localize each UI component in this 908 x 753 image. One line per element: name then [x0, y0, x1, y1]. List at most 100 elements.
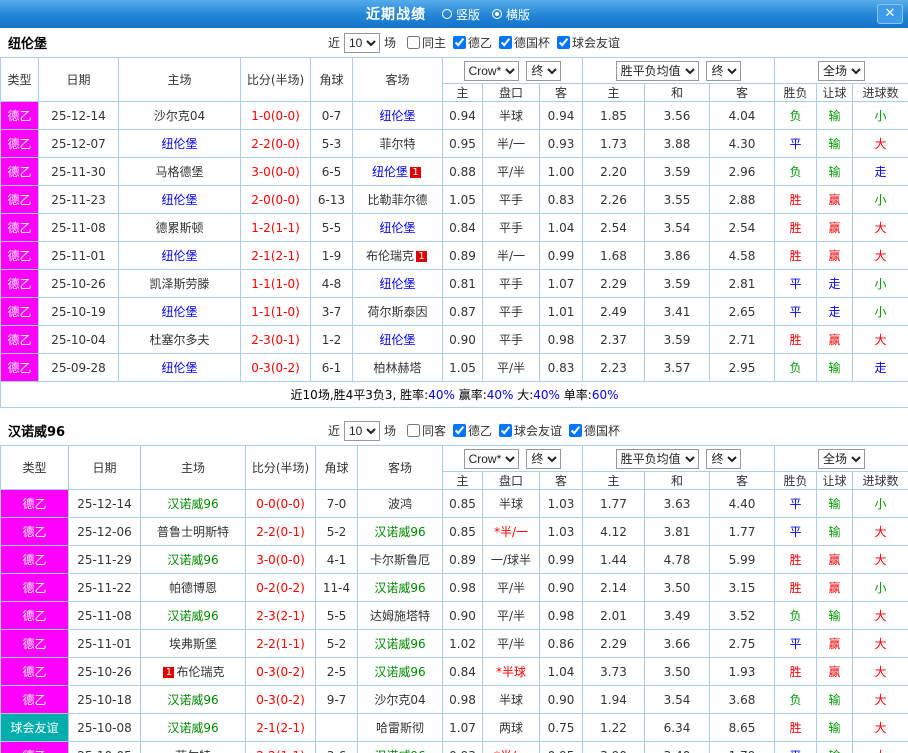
euro-away-odds: 2.75	[709, 629, 776, 658]
match-date: 25-11-30	[38, 157, 119, 186]
match-score: 2-3(2-1)	[245, 601, 316, 630]
radio-icon[interactable]	[441, 9, 452, 19]
asian-home-odds: 0.85	[442, 517, 483, 546]
checkbox-input[interactable]	[557, 35, 571, 49]
summary-prefix: 近10场,胜4平3负3,	[290, 388, 401, 402]
away-team-cell: 汉诺威96	[357, 573, 443, 602]
corner-count: 3-7	[310, 297, 353, 326]
league-type-badge: 德乙	[0, 629, 69, 658]
filter-checkbox[interactable]: 德国杯	[499, 34, 550, 51]
league-type-badge: 德乙	[0, 213, 39, 242]
euro-avg-select[interactable]: 胜平负均值	[615, 60, 699, 81]
team2-filter-row: 汉诺威96 近 10 场 同客 德乙 球会友谊 德国杯	[0, 416, 908, 445]
layout-radio-option[interactable]: 横版	[492, 6, 530, 23]
match-row: 德乙 25-11-22 帕德博恩 0-2(0-2) 11-4 汉诺威96 0.98 平/半 0.…	[0, 573, 908, 602]
away-team-cell: 纽伦堡	[352, 325, 443, 354]
euro-away-odds: 2.95	[709, 353, 776, 382]
filter-checkbox[interactable]: 德乙	[453, 34, 492, 51]
euro-away-odds: 3.52	[709, 601, 776, 630]
euro-avg-select[interactable]: 胜平负均值	[615, 448, 699, 469]
col-away: 客场	[357, 445, 443, 490]
team-name: 汉诺威96	[167, 609, 219, 623]
filter-checkbox[interactable]: 同主	[406, 34, 446, 51]
checkbox-input[interactable]	[406, 423, 420, 437]
euro-away-odds: 2.81	[709, 269, 776, 298]
euro-draw-odds: 3.59	[644, 157, 711, 186]
match-date: 25-12-14	[38, 101, 119, 130]
team-name: 沙尔克04	[153, 109, 206, 123]
checkbox-input[interactable]	[406, 35, 420, 49]
euro-final-select[interactable]: 终	[706, 60, 742, 81]
filter-checkbox[interactable]: 球会友谊	[499, 422, 562, 439]
result-goals: 大	[852, 741, 908, 753]
filter-checkbox[interactable]: 德国杯	[569, 422, 620, 439]
handicap-line: 半球	[482, 489, 540, 518]
asian-final-select[interactable]: 终	[526, 60, 562, 81]
scope-select[interactable]: 全场	[818, 448, 866, 469]
asian-away-odds: 0.83	[538, 185, 584, 214]
asian-final-select[interactable]: 终	[526, 448, 562, 469]
filter-checkbox[interactable]: 同客	[406, 422, 446, 439]
filter-checkbox[interactable]: 球会友谊	[557, 34, 620, 51]
handicap-line: 平/半	[482, 573, 540, 602]
filter-checkbox[interactable]: 德乙	[453, 422, 492, 439]
away-team-cell: 波鸿	[357, 489, 443, 518]
checkbox-input[interactable]	[499, 423, 513, 437]
summary-stat-label: 单率:	[559, 388, 592, 402]
match-row: 德乙 25-12-07 纽伦堡 2-2(0-0) 5-3 菲尔特 0.95 半/一 0.93 1.…	[0, 129, 908, 158]
asian-away-odds: 0.98	[538, 601, 584, 630]
asian-home-odds: 0.98	[442, 573, 483, 602]
match-score: 2-1(2-1)	[245, 713, 316, 742]
euro-draw-odds: 3.41	[644, 297, 711, 326]
subcol-euro-draw: 和	[644, 471, 711, 490]
checkbox-input[interactable]	[453, 423, 466, 437]
league-type-badge: 德乙	[0, 489, 69, 518]
dialog-titlebar: 近期战绩 竖版 横版 ✕	[0, 0, 908, 28]
layout-radio-option[interactable]: 竖版	[441, 6, 480, 23]
result-wdl: 胜	[774, 241, 818, 270]
result-goals: 小	[852, 297, 908, 326]
euro-draw-odds: 3.40	[644, 741, 711, 753]
euro-home-odds: 2.29	[582, 629, 646, 658]
match-count-select[interactable]: 10	[343, 420, 380, 441]
team-name: 达姆施塔特	[369, 609, 430, 623]
euro-final-select[interactable]: 终	[706, 448, 742, 469]
radio-label: 竖版	[455, 7, 480, 22]
asian-home-odds: 0.88	[442, 157, 483, 186]
checkbox-input[interactable]	[569, 423, 583, 437]
corner-count: 6-13	[310, 185, 353, 214]
scope-select[interactable]: 全场	[818, 60, 866, 81]
summary-stat-value: 60%	[591, 388, 619, 402]
match-score: 2-2(1-1)	[245, 629, 316, 658]
close-button[interactable]: ✕	[877, 4, 903, 24]
home-team-cell: 汉诺威96	[140, 685, 246, 714]
bookmaker-select[interactable]: Crow*	[463, 448, 519, 469]
result-wdl: 平	[774, 629, 818, 658]
team-name: 汉诺威96	[167, 553, 219, 567]
match-score: 0-0(0-0)	[245, 489, 316, 518]
match-row: 德乙 25-10-26 1 布伦瑞克 0-3(0-2) 2-5 汉诺威96 0.84 *半球 1.…	[0, 657, 908, 686]
radio-selected-icon[interactable]	[492, 9, 502, 19]
euro-draw-odds: 3.59	[644, 325, 711, 354]
euro-home-odds: 1.68	[582, 241, 646, 270]
bookmaker-select[interactable]: Crow*	[463, 60, 519, 81]
home-team-cell: 普鲁士明斯特	[140, 517, 246, 546]
col-type: 类型	[0, 57, 39, 102]
euro-draw-odds: 3.49	[644, 601, 711, 630]
checkbox-input[interactable]	[453, 35, 466, 49]
subcol-goals-result: 进球数	[852, 83, 908, 102]
team2-results-table: 类型 日期 主场 比分(半场) 角球 客场 Crow* 终 胜平负均值 终 全场…	[0, 445, 908, 753]
result-goals: 小	[852, 573, 908, 602]
asian-away-odds: 0.99	[538, 241, 584, 270]
home-team-cell: 马格德堡	[118, 157, 241, 186]
subcol-euro-away: 客	[709, 471, 776, 490]
league-type-badge: 德乙	[0, 157, 39, 186]
league-type-badge: 德乙	[0, 129, 39, 158]
euro-away-odds: 3.68	[709, 685, 776, 714]
checkbox-input[interactable]	[499, 35, 513, 49]
match-count-select[interactable]: 10	[343, 32, 380, 53]
euro-away-odds: 4.30	[709, 129, 776, 158]
asian-home-odds: 1.05	[442, 353, 483, 382]
league-type-badge: 德乙	[0, 517, 69, 546]
result-goals: 小	[852, 101, 908, 130]
